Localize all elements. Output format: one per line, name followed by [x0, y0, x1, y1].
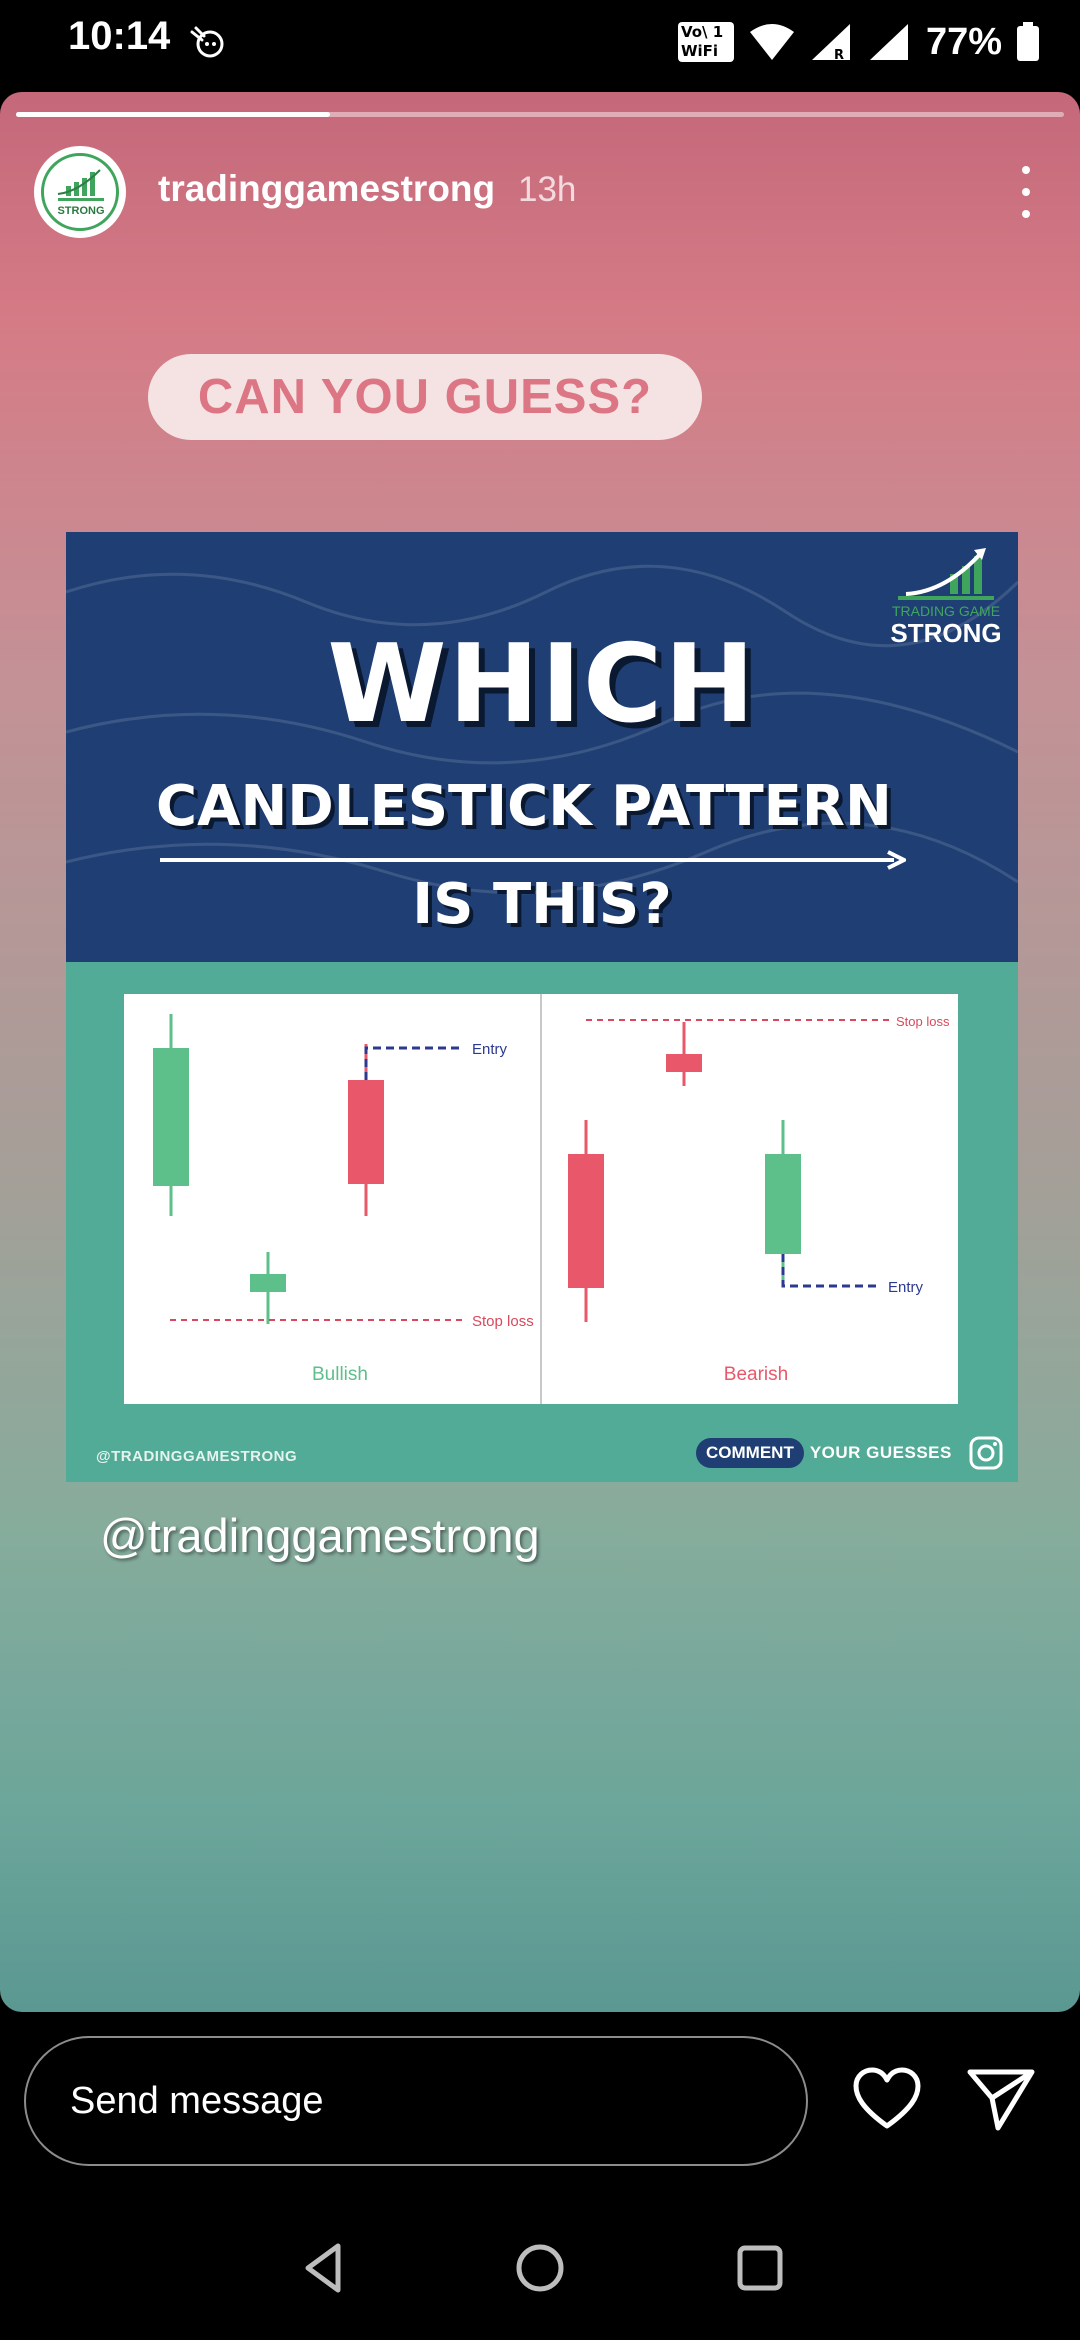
mention-sticker[interactable]: @tradinggamestrong: [100, 1508, 540, 1563]
vowifi-line-1: Vo\ 1: [680, 23, 724, 41]
candle-bear-3: [666, 1054, 702, 1072]
entry-label: Entry: [472, 1041, 508, 1058]
shared-post-image[interactable]: TRADING GAME STRONG WHICH CANDLESTICK PA…: [66, 532, 1018, 1482]
more-icon: [1022, 166, 1030, 174]
candle-bull-2: [250, 1274, 286, 1292]
story-view[interactable]: STRONG tradinggamestrong 13h CAN YOU GUE…: [0, 92, 1080, 2012]
bullish-pattern: Entry Stop loss Bullish: [153, 1014, 534, 1385]
entry-line: [364, 1046, 462, 1080]
heart-icon[interactable]: [852, 2066, 922, 2132]
status-icons: Vo\ 1 WiFi 2 R 77%: [677, 14, 1040, 79]
post-logo-line-1: TRADING GAME: [892, 603, 1000, 619]
candle-bull-1: [153, 1048, 189, 1186]
avatar-ring: STRONG: [41, 153, 119, 231]
avatar[interactable]: STRONG: [34, 146, 126, 238]
post-handle: @TRADINGGAMESTRONG: [96, 1448, 298, 1465]
more-icon-dot: [1022, 210, 1030, 218]
comment-badge: COMMENT: [696, 1438, 804, 1468]
bearish-label: Bearish: [724, 1364, 788, 1385]
recents-icon[interactable]: [730, 2238, 790, 2298]
send-message-input[interactable]: [24, 2036, 808, 2166]
brand-logo-icon: STRONG: [57, 169, 105, 217]
underline-arrow: [160, 850, 906, 870]
candle-bull-3: [765, 1154, 801, 1254]
svg-text:R: R: [834, 48, 844, 62]
story-time-ago: 13h: [518, 170, 577, 209]
send-icon[interactable]: [966, 2064, 1036, 2134]
candle-bear-1: [348, 1080, 384, 1184]
back-icon[interactable]: [294, 2238, 354, 2298]
home-icon[interactable]: [510, 2238, 570, 2298]
post-header-panel: TRADING GAME STRONG WHICH CANDLESTICK PA…: [66, 532, 1018, 962]
story-progress-fill: [16, 112, 331, 117]
more-options-button[interactable]: [1006, 160, 1046, 224]
post-headline-pattern: CANDLESTICK PATTERN: [156, 774, 892, 839]
status-time: 10:14: [68, 14, 171, 58]
battery-icon: [1017, 22, 1039, 61]
bullish-label: Bullish: [312, 1364, 368, 1385]
story-progress-track: [16, 112, 1064, 117]
instagram-icon: [969, 1436, 1003, 1470]
candle-bear-2: [568, 1154, 604, 1288]
signal-icon-2: [869, 24, 908, 60]
story-header: STRONG tradinggamestrong 13h: [34, 146, 1046, 240]
entry-line: [781, 1254, 876, 1288]
post-comment-prompt: COMMENT YOUR GUESSES: [696, 1436, 1004, 1470]
story-username[interactable]: tradinggamestrong: [158, 168, 495, 210]
vowifi-line-2: WiFi 2: [680, 42, 719, 79]
vowifi-icon: Vo\ 1 WiFi 2: [677, 22, 734, 79]
post-headline-question: IS THIS?: [412, 872, 672, 937]
stop-loss-label: Stop loss: [896, 1014, 950, 1029]
candlestick-chart: Entry Stop loss Bullish Stop loss Entry …: [124, 994, 958, 1404]
status-bar: 10:14 Vo\ 1 WiFi 2 R 77%: [0, 0, 1080, 90]
avatar-logo-text: STRONG: [57, 205, 104, 217]
question-sticker[interactable]: CAN YOU GUESS?: [148, 354, 702, 440]
battery-percent: 77%: [925, 20, 1002, 63]
candlestick-svg: Entry Stop loss Bullish Stop loss Entry …: [153, 994, 950, 1404]
stop-loss-label: Stop loss: [472, 1313, 534, 1330]
more-icon-dot: [1022, 188, 1030, 196]
post-headline-which: WHICH: [327, 622, 757, 747]
system-nav-bar: [0, 2202, 1080, 2340]
comment-text: YOUR GUESSES: [809, 1443, 952, 1462]
entry-label: Entry: [888, 1279, 924, 1296]
post-chart-panel: Entry Stop loss Bullish Stop loss Entry …: [66, 962, 1018, 1482]
reaction-icon: [190, 26, 224, 58]
reply-bar: [0, 2012, 1080, 2202]
bearish-pattern: Stop loss Entry Bearish: [568, 1014, 950, 1385]
signal-icon: R: [811, 24, 850, 62]
wifi-icon: [749, 24, 794, 60]
